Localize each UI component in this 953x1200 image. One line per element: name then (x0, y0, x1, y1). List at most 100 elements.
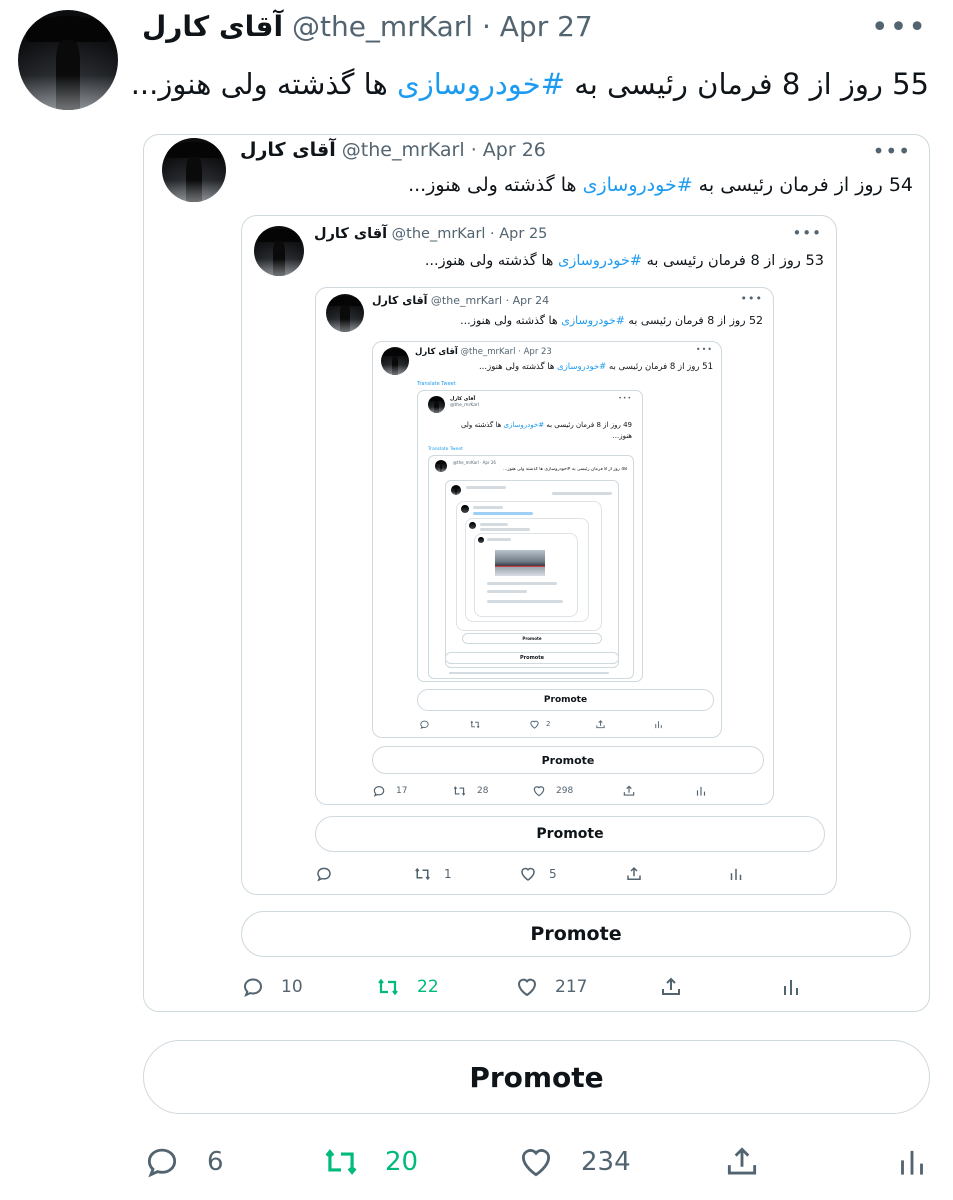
avatar (326, 294, 364, 332)
promote-button[interactable]: Promote (417, 689, 714, 711)
quoted-tweet-text: 52 روز از 8 فرمان رئیسی به #خودروسازی ها… (460, 314, 763, 327)
quoted-tweet-card[interactable] (474, 533, 578, 617)
like-button[interactable]: 5 (519, 865, 557, 883)
hashtag-link[interactable]: #خودروسازی (583, 174, 693, 196)
share-button[interactable] (622, 784, 636, 798)
quoted-tweet-card[interactable]: آقای کارل @the_mrKarl · Apr 24 ••• 52 رو… (315, 287, 774, 805)
hashtag-link[interactable]: #خودروسازی (397, 67, 565, 101)
retweet-icon (470, 720, 480, 728)
hashtag-link[interactable]: #خودروسازی (558, 253, 642, 269)
share-icon (596, 719, 605, 728)
more-icon[interactable]: ••• (873, 139, 911, 163)
share-button[interactable] (723, 1143, 761, 1181)
analytics-button[interactable] (727, 865, 745, 883)
reply-icon (243, 978, 263, 997)
like-button[interactable]: 217 (515, 975, 587, 999)
reply-count: 10 (281, 977, 303, 997)
author-handle: @the_mrKarl (391, 226, 486, 242)
retweet-count: 22 (417, 977, 439, 997)
quoted-tweet-card[interactable]: آقای کارل @the_mrKarl ••• 49 روز از 8 فر… (417, 390, 643, 682)
tweet-actions: 10 22 217 (241, 973, 911, 1001)
like-count: 298 (556, 786, 574, 796)
share-button[interactable] (595, 719, 606, 730)
like-icon (521, 1149, 551, 1177)
more-icon[interactable]: ••• (618, 395, 632, 402)
retweet-button[interactable]: 28 (452, 784, 488, 798)
promote-button[interactable]: Promote (143, 1040, 930, 1114)
retweet-icon (415, 867, 430, 881)
quoted-tweet-card[interactable]: Promote (445, 480, 619, 668)
tweet-header: آقای کارل @the_mrKarl · Apr 27 (142, 10, 593, 43)
reply-icon (373, 786, 385, 797)
retweet-icon (453, 786, 466, 796)
quoted-tweet-card[interactable]: آقای کارل @the_mrKarl · Apr 26 ••• 54 رو… (143, 134, 930, 1012)
reply-button[interactable]: 10 (241, 975, 303, 999)
avatar (469, 522, 476, 529)
translate-link[interactable]: Translate Tweet (417, 381, 456, 387)
promote-button[interactable]: Promote (315, 816, 825, 852)
author-handle: @the_mrKarl (450, 403, 480, 408)
author-name[interactable]: آقای کارل (142, 10, 283, 43)
analytics-icon (901, 1150, 923, 1175)
retweet-button[interactable]: 22 (375, 975, 439, 999)
tweet-date[interactable]: Apr 27 (500, 10, 593, 43)
reply-button[interactable] (315, 865, 333, 883)
author-handle: @the_mrKarl (460, 347, 516, 357)
share-button[interactable] (625, 865, 643, 883)
promote-button[interactable]: Promote (445, 652, 619, 664)
quoted-tweet-text: 49 روز از 8 فرمان رئیسی به #خودروسازی ها… (460, 421, 632, 429)
analytics-button[interactable] (653, 719, 664, 730)
tweet-actions: 6 20 234 (143, 1140, 930, 1184)
reply-button[interactable]: 6 (143, 1143, 224, 1181)
like-icon (530, 720, 539, 729)
like-button[interactable]: 234 (517, 1143, 631, 1181)
like-count: 234 (581, 1147, 631, 1177)
retweet-button[interactable]: 1 (413, 865, 452, 883)
like-icon (533, 786, 545, 797)
analytics-icon (655, 720, 662, 728)
hashtag-link[interactable]: #خودروسازی (561, 314, 625, 327)
retweet-count: 20 (385, 1147, 419, 1177)
avatar (428, 396, 445, 413)
author-handle: @the_mrKarl (430, 294, 503, 307)
analytics-button[interactable] (779, 975, 803, 999)
more-icon[interactable]: ••• (741, 292, 763, 305)
tweet-date: Apr 25 (499, 226, 548, 242)
retweet-button[interactable] (469, 719, 481, 730)
translate-link[interactable]: Translate Tweet (428, 447, 463, 452)
reply-button[interactable]: 17 (372, 784, 407, 798)
hashtag-link[interactable]: #خودروسازی (504, 421, 545, 429)
analytics-button[interactable] (694, 784, 708, 798)
quoted-tweet-card[interactable]: @the_mrKarl · Apr 26 48 روز از 8 فرمان ر… (428, 455, 634, 679)
avatar (254, 226, 304, 276)
hashtag-link[interactable]: #خودروسازی (557, 362, 606, 372)
more-icon[interactable]: ••• (696, 345, 713, 354)
analytics-icon (784, 980, 798, 995)
author-name: آقای کارل (240, 139, 336, 161)
tweet-date: Apr 26 (482, 139, 546, 161)
author-handle[interactable]: @the_mrKarl (292, 10, 473, 43)
avatar[interactable] (18, 10, 118, 110)
promote-button[interactable]: Promote (241, 911, 911, 957)
like-count: 2 (546, 720, 551, 728)
share-button[interactable] (659, 975, 683, 999)
quoted-tweet-card[interactable] (456, 501, 602, 631)
quoted-tweet-card[interactable] (465, 518, 589, 622)
promote-button[interactable]: Promote (372, 746, 764, 774)
share-icon (662, 977, 680, 995)
more-icon[interactable]: ••• (871, 10, 927, 45)
avatar (461, 505, 469, 513)
like-count: 217 (555, 977, 588, 997)
analytics-button[interactable] (893, 1143, 931, 1181)
quoted-tweet-card[interactable]: آقای کارل @the_mrKarl · Apr 23 ••• 51 رو… (372, 341, 722, 738)
tweet-photo[interactable] (495, 550, 545, 576)
like-button[interactable]: 298 (532, 784, 573, 798)
more-icon[interactable]: ••• (792, 224, 822, 242)
tweet-date: Apr 23 (523, 347, 552, 357)
promote-button[interactable]: Promote (462, 633, 602, 644)
like-button[interactable]: 2 (529, 719, 550, 730)
reply-count: 6 (207, 1147, 224, 1177)
retweet-button[interactable]: 20 (321, 1143, 418, 1181)
quoted-tweet-card[interactable]: آقای کارل @the_mrKarl · Apr 25 ••• 53 رو… (241, 215, 837, 895)
reply-button[interactable] (419, 719, 430, 730)
